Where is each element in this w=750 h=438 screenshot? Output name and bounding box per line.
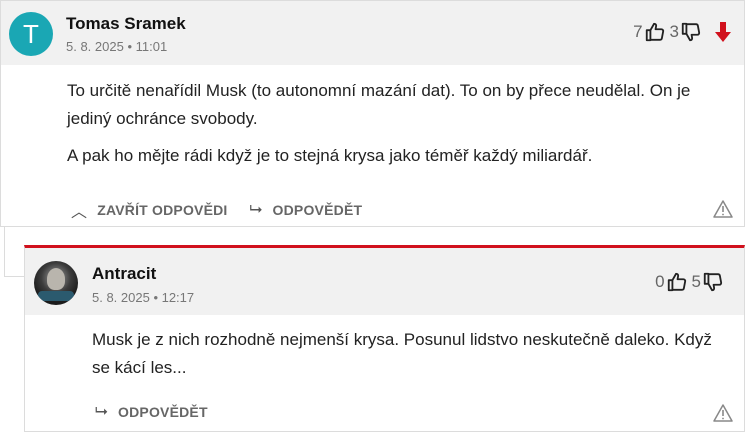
close-replies-button[interactable]: ︿ ZAVŘÍT ODPOVĚDI	[71, 198, 228, 222]
reply-label: ODPOVĚDĚT	[118, 404, 208, 420]
comment-actions: ︿ ZAVŘÍT ODPOVĚDI ⮡ ODPOVĚDĚT	[71, 198, 384, 222]
comment-actions: ⮡ ODPOVĚDĚT	[95, 403, 230, 421]
avatar-base	[38, 291, 74, 301]
comment: T Tomas Sramek 5. 8. 2025 • 11:01 7 3 To…	[0, 0, 745, 227]
avatar-figure	[47, 268, 65, 290]
thread-line	[4, 227, 5, 277]
report-warning-icon[interactable]	[713, 404, 733, 422]
avatar[interactable]: T	[9, 12, 53, 56]
chevron-up-icon: ︿	[71, 204, 88, 221]
comment-body: Musk je z nich rozhodně nejmenší krysa. …	[92, 326, 732, 382]
close-replies-label: ZAVŘÍT ODPOVĚDI	[97, 202, 228, 218]
comment-date: 5. 8. 2025 • 11:01	[66, 39, 168, 54]
reply-arrow-icon: ⮡	[249, 201, 263, 218]
dislike-count: 3	[669, 22, 679, 41]
thread-connector	[4, 276, 24, 277]
dislike-count: 5	[691, 272, 701, 291]
like-count: 7	[633, 22, 643, 41]
like-count: 0	[655, 272, 665, 291]
comment-header: Antracit 5. 8. 2025 • 12:17 0 5	[25, 248, 744, 315]
vote-panel: 0 5	[655, 271, 728, 293]
thumbs-down-icon[interactable]	[702, 271, 724, 293]
report-warning-icon[interactable]	[713, 200, 733, 218]
reply-comment: Antracit 5. 8. 2025 • 12:17 0 5 Musk je …	[24, 245, 745, 432]
avatar[interactable]	[34, 261, 78, 305]
comment-body: To určitě nenařídil Musk (to autonomní m…	[67, 77, 735, 179]
reply-label: ODPOVĚDĚT	[272, 202, 363, 218]
vote-panel: 7 3	[633, 21, 736, 43]
comment-paragraph: To určitě nenařídil Musk (to autonomní m…	[67, 81, 691, 128]
thumbs-up-icon[interactable]	[644, 21, 666, 43]
thumbs-up-icon[interactable]	[666, 271, 688, 293]
comment-paragraph: Musk je z nich rozhodně nejmenší krysa. …	[92, 330, 712, 377]
thumbs-down-icon[interactable]	[680, 21, 702, 43]
comment-header: T Tomas Sramek 5. 8. 2025 • 11:01 7 3	[1, 1, 744, 65]
comment-date: 5. 8. 2025 • 12:17	[92, 290, 195, 305]
arrow-down-icon	[712, 21, 732, 43]
comment-author[interactable]: Tomas Sramek	[66, 14, 186, 34]
comment-paragraph: A pak ho mějte rádi když je to stejná kr…	[67, 146, 593, 165]
reply-button[interactable]: ⮡ ODPOVĚDĚT	[250, 201, 363, 219]
comment-author[interactable]: Antracit	[92, 264, 156, 284]
reply-arrow-icon: ⮡	[95, 403, 109, 420]
reply-button[interactable]: ⮡ ODPOVĚDĚT	[95, 403, 208, 421]
